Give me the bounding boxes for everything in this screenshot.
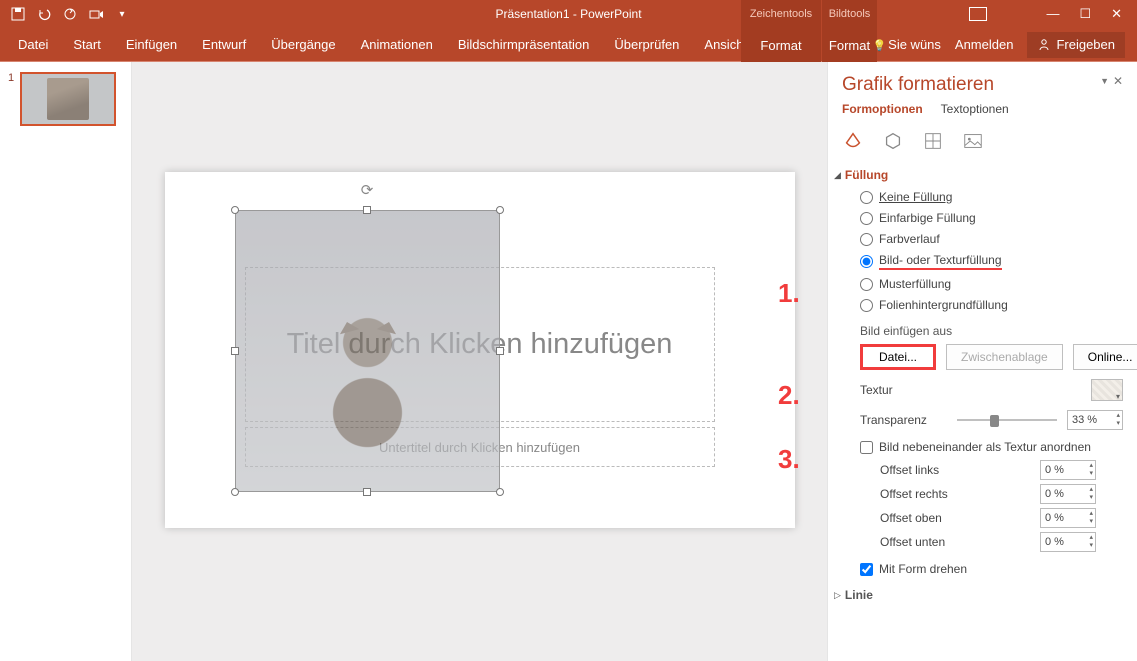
slide-canvas[interactable]: Titel durch Klicken hinzufügen Untertite… [132, 62, 827, 661]
tab-entwurf[interactable]: Entwurf [202, 37, 246, 52]
file-button[interactable]: Datei... [860, 344, 936, 370]
tab-ueberpruefen[interactable]: Überprüfen [614, 37, 679, 52]
pane-category-icons [842, 130, 1123, 152]
window-title: Präsentation1 - PowerPoint [495, 7, 641, 21]
tile-checkbox[interactable] [860, 441, 873, 454]
insert-from-label: Bild einfügen aus [860, 324, 1123, 338]
offset-rechts-value[interactable]: 0 % [1040, 484, 1096, 504]
radio-solid-fill[interactable]: Einfarbige Füllung [860, 211, 1123, 225]
pane-tabs: Formoptionen Textoptionen [842, 102, 1123, 116]
tab-uebergaenge[interactable]: Übergänge [271, 37, 335, 52]
transparency-label: Transparenz [860, 413, 947, 427]
radio-slidebg-fill[interactable]: Folienhintergrundfüllung [860, 298, 1123, 312]
main-area: 1 Titel durch Klicken hinzufügen Unterti… [0, 62, 1137, 661]
fill-line-icon[interactable] [842, 130, 864, 152]
close-button[interactable]: ✕ [1111, 6, 1122, 22]
tab-bildschirmpraesentation[interactable]: Bildschirmpräsentation [458, 37, 590, 52]
rotate-with-shape-label: Mit Form drehen [879, 562, 967, 576]
online-button[interactable]: Online... [1073, 344, 1137, 370]
offset-unten-label: Offset unten [880, 535, 1040, 549]
title-bar: ▾ Präsentation1 - PowerPoint Zeichentool… [0, 0, 1137, 28]
selected-image-box[interactable]: ⟳ [235, 210, 500, 492]
signin-link[interactable]: Anmelden [955, 37, 1014, 52]
offset-oben-label: Offset oben [880, 511, 1040, 525]
annotation-2: 2. [778, 380, 800, 411]
ribbon-display-options-icon[interactable] [969, 7, 987, 21]
pane-options-icon[interactable]: ▼ [1100, 76, 1109, 86]
undo-icon[interactable] [36, 6, 52, 22]
window-buttons: — ☐ ✕ [1046, 6, 1137, 22]
transparency-value[interactable]: 33 % [1067, 410, 1123, 430]
start-from-beginning-icon[interactable] [88, 6, 104, 22]
rotate-handle-icon[interactable]: ⟳ [361, 181, 374, 199]
texture-label: Textur [860, 383, 1081, 397]
transparency-slider[interactable] [957, 413, 1057, 427]
resize-handle[interactable] [363, 488, 371, 496]
tab-textoptionen[interactable]: Textoptionen [941, 102, 1009, 116]
slide-number: 1 [8, 72, 14, 126]
tab-formoptionen[interactable]: Formoptionen [842, 102, 923, 116]
slide-thumbnail-1[interactable] [20, 72, 116, 126]
radio-gradient-fill[interactable]: Farbverlauf [860, 232, 1123, 246]
tile-label: Bild nebeneinander als Textur anordnen [879, 440, 1091, 454]
resize-handle[interactable] [363, 206, 371, 214]
inserted-image[interactable] [236, 211, 499, 491]
pane-close-icon[interactable]: ✕ [1113, 74, 1123, 88]
effects-icon[interactable] [882, 130, 904, 152]
quick-access-toolbar: ▾ [0, 6, 130, 22]
resize-handle[interactable] [231, 488, 239, 496]
clipboard-button: Zwischenablage [946, 344, 1063, 370]
contextual-tab-bildtools: Bildtools [822, 0, 877, 28]
offset-oben-value[interactable]: 0 % [1040, 508, 1096, 528]
radio-pattern-fill[interactable]: Musterfüllung [860, 277, 1123, 291]
offset-links-value[interactable]: 0 % [1040, 460, 1096, 480]
annotation-1: 1. [778, 278, 800, 309]
save-icon[interactable] [10, 6, 26, 22]
share-icon [1037, 38, 1051, 52]
texture-picker[interactable] [1091, 379, 1123, 401]
section-fuellung[interactable]: ◢ Füllung [834, 168, 1123, 182]
resize-handle[interactable] [231, 206, 239, 214]
offset-links-label: Offset links [880, 463, 1040, 477]
maximize-button[interactable]: ☐ [1079, 6, 1091, 22]
share-button[interactable]: Freigeben [1027, 32, 1125, 58]
size-icon[interactable] [922, 130, 944, 152]
ribbon-tabs: Datei Start Einfügen Entwurf Übergänge A… [0, 28, 1137, 62]
tab-format-zeichentools[interactable]: Format [741, 28, 821, 62]
format-pane: ▼ ✕ Grafik formatieren Formoptionen Text… [827, 62, 1137, 661]
section-linie[interactable]: ▷ Linie [834, 588, 1123, 602]
contextual-tab-zeichentools: Zeichentools [741, 0, 821, 28]
qat-more-icon[interactable]: ▾ [114, 6, 130, 22]
resize-handle[interactable] [496, 347, 504, 355]
resize-handle[interactable] [496, 206, 504, 214]
tab-einfuegen[interactable]: Einfügen [126, 37, 177, 52]
offset-rechts-label: Offset rechts [880, 487, 1040, 501]
offset-grid: Offset links0 % Offset rechts0 % Offset … [880, 460, 1123, 552]
redo-icon[interactable] [62, 6, 78, 22]
tab-datei[interactable]: Datei [18, 37, 48, 52]
pane-title: Grafik formatieren [842, 74, 1123, 96]
tab-format-bildtools[interactable]: Format [822, 28, 877, 62]
slide-thumbnail-pane: 1 [0, 62, 132, 661]
tab-animationen[interactable]: Animationen [361, 37, 433, 52]
rotate-with-shape-checkbox[interactable] [860, 563, 873, 576]
radio-no-fill[interactable]: Keine Füllung [860, 190, 1123, 204]
minimize-button[interactable]: — [1046, 6, 1059, 22]
share-label: Freigeben [1056, 37, 1115, 52]
collapse-icon: ◢ [834, 170, 841, 181]
slide: Titel durch Klicken hinzufügen Untertite… [165, 172, 795, 528]
expand-icon: ▷ [834, 590, 841, 601]
fill-options: Keine Füllung Einfarbige Füllung Farbver… [860, 190, 1123, 312]
picture-icon[interactable] [962, 130, 984, 152]
radio-picture-fill[interactable]: Bild- oder Texturfüllung [860, 253, 1123, 270]
offset-unten-value[interactable]: 0 % [1040, 532, 1096, 552]
tell-me-input[interactable]: Sie wüns [872, 37, 940, 52]
resize-handle[interactable] [496, 488, 504, 496]
tab-start[interactable]: Start [73, 37, 100, 52]
annotation-3: 3. [778, 444, 800, 475]
resize-handle[interactable] [231, 347, 239, 355]
